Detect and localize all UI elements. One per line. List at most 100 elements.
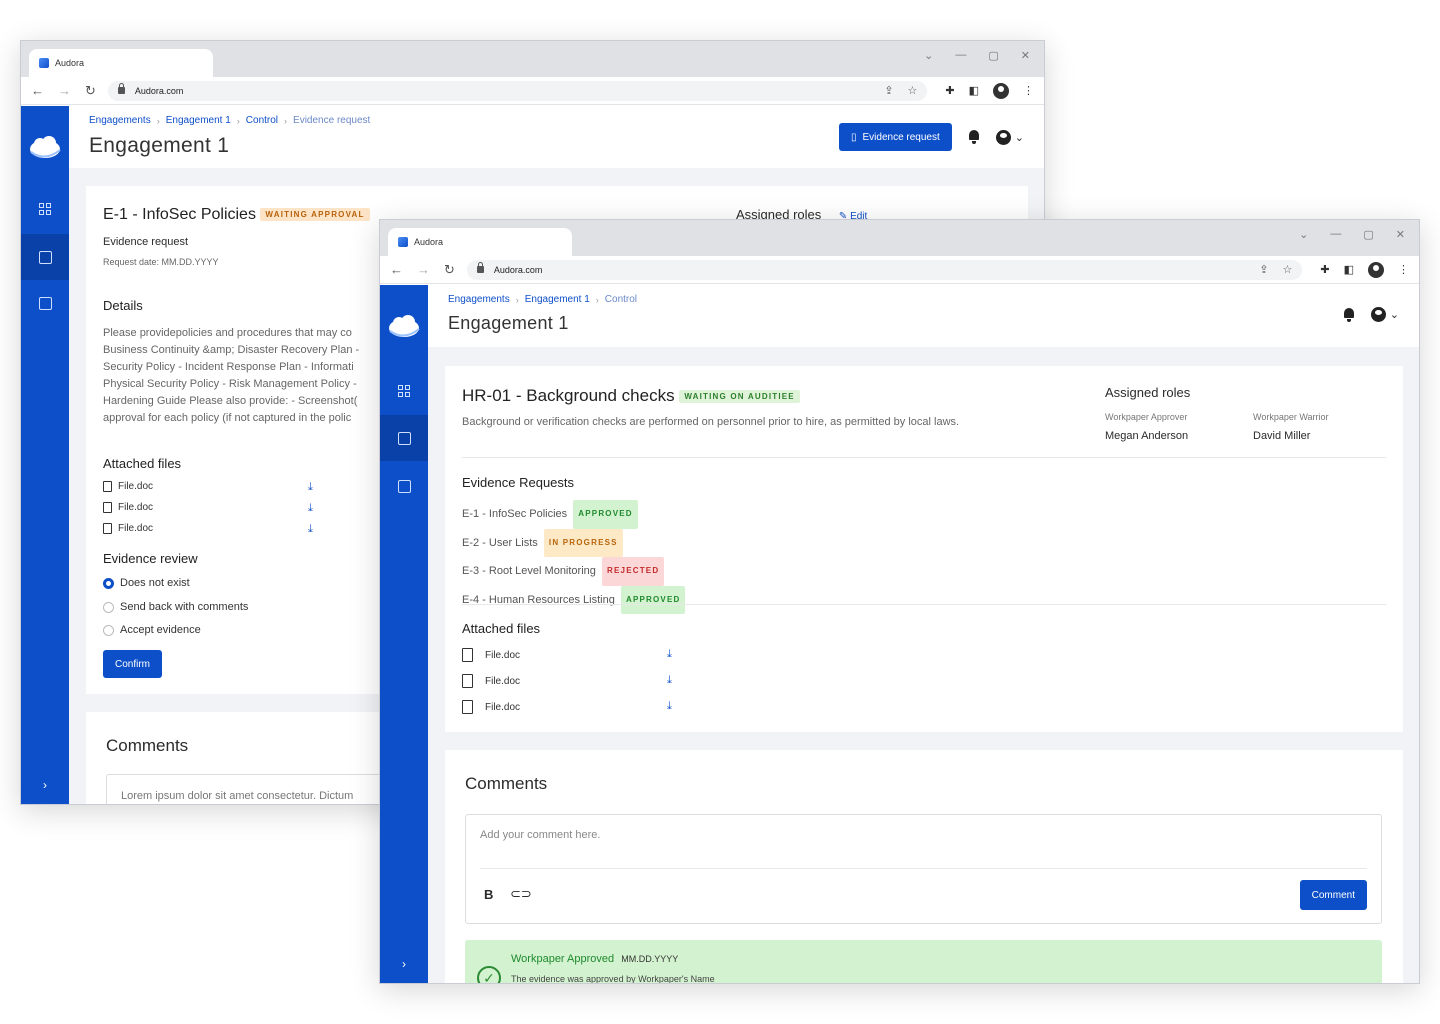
file-item[interactable]: File.doc <box>103 481 153 492</box>
breadcrumb-engagement-1[interactable]: Engagement 1 <box>525 294 590 305</box>
expand-sidebar-icon[interactable]: › <box>380 957 428 971</box>
bell-icon[interactable] <box>1343 307 1355 322</box>
reload-icon[interactable]: ↻ <box>85 83 96 99</box>
file-item[interactable]: File.doc <box>103 502 153 513</box>
breadcrumb-current: Control <box>604 294 638 305</box>
radio-accept[interactable]: Accept evidence <box>103 624 201 636</box>
tab-list-icon[interactable]: ⌄ <box>924 49 933 62</box>
request-item[interactable]: E-4 - Human Resources Listing APPROVED <box>462 585 686 614</box>
request-item[interactable]: E-3 - Root Level Monitoring REJECTED <box>462 557 685 586</box>
profile-icon[interactable] <box>993 82 1009 99</box>
request-label: E-2 - User Lists <box>462 536 538 549</box>
sidebar-item-checklist[interactable] <box>380 463 428 509</box>
breadcrumb: Engagements › Engagement 1 › Control <box>448 294 638 305</box>
role-label: Workpaper Warrior <box>1253 412 1329 422</box>
sidebar-item-checklist[interactable] <box>21 280 69 326</box>
sidebar-item-documents[interactable] <box>21 234 69 280</box>
dashboard-icon <box>38 202 52 216</box>
maximize-icon[interactable]: ▢ <box>1363 228 1373 241</box>
page-title: Engagement 1 <box>448 313 569 333</box>
sidebar-item-dashboard[interactable] <box>380 368 428 414</box>
file-item[interactable]: File.doc <box>103 523 153 534</box>
url-text: Audora.com <box>134 85 184 96</box>
request-status-badge: IN PROGRESS <box>543 528 623 557</box>
file-name: File.doc <box>118 523 154 534</box>
minimize-icon[interactable]: — <box>955 49 966 62</box>
back-icon[interactable]: ← <box>390 262 403 278</box>
sidebar-item-documents[interactable] <box>380 415 428 461</box>
evidence-subtitle: Evidence request <box>103 236 188 248</box>
control-card: HR-01 - Background checks WAITING ON AUD… <box>445 366 1403 732</box>
user-menu[interactable]: ⌄ <box>995 129 1024 145</box>
extensions-icon[interactable]: ✚ <box>945 84 954 97</box>
breadcrumb-control[interactable]: Control <box>246 115 278 126</box>
file-item[interactable]: File.doc <box>462 674 520 688</box>
documents-icon <box>38 250 52 264</box>
breadcrumb-current: Evidence request <box>293 115 371 126</box>
share-icon[interactable]: ⇪ <box>1259 263 1268 276</box>
file-item[interactable]: File.doc <box>462 700 520 714</box>
confirm-button[interactable]: Confirm <box>103 650 163 678</box>
download-icon[interactable]: ⤓ <box>667 674 672 687</box>
comments-title: Comments <box>106 736 189 755</box>
request-status-badge: APPROVED <box>573 500 638 529</box>
url-field[interactable]: Audora.com ⇪ ☆ <box>466 259 1303 280</box>
tab-list-icon[interactable]: ⌄ <box>1299 228 1308 241</box>
expand-sidebar-icon[interactable]: › <box>21 778 69 792</box>
breadcrumb-engagement-1[interactable]: Engagement 1 <box>166 115 231 126</box>
download-icon[interactable]: ⤓ <box>667 648 672 661</box>
url-field[interactable]: Audora.com ⇪ ☆ <box>107 80 928 101</box>
radio-send-back[interactable]: Send back with comments <box>103 601 248 613</box>
lock-icon <box>476 262 484 273</box>
profile-icon[interactable] <box>1368 261 1384 278</box>
attached-files-title: Attached files <box>462 621 541 636</box>
sidebar-item-dashboard[interactable] <box>21 186 69 232</box>
bookmark-star-icon[interactable]: ☆ <box>1283 263 1293 276</box>
cloud-logo-icon <box>30 136 61 158</box>
comment-input[interactable]: Add your comment here. <box>480 829 600 841</box>
breadcrumb-engagements[interactable]: Engagements <box>89 115 151 126</box>
comment-editor: Add your comment here. B ⊂⊃ Comment <box>465 814 1382 924</box>
bookmark-star-icon[interactable]: ☆ <box>908 84 918 97</box>
menu-kebab-icon[interactable]: ⋮ <box>1023 84 1034 97</box>
download-icon[interactable]: ⤓ <box>308 523 313 536</box>
request-item[interactable]: E-2 - User Lists IN PROGRESS <box>462 528 685 557</box>
bell-icon[interactable] <box>968 130 980 144</box>
comments-card: Comments Add your comment here. B ⊂⊃ Com… <box>445 750 1403 983</box>
link-icon[interactable]: ⊂⊃ <box>510 886 532 902</box>
address-bar: ← → ↻ Audora.com ⇪ ☆ ✚ ◧ ⋮ <box>21 77 1044 105</box>
radio-selected-icon <box>103 577 114 589</box>
browser-tab[interactable]: Audora <box>388 228 572 256</box>
attached-files-list: File.doc ⤓ File.doc ⤓ File.doc ⤓ <box>462 648 702 718</box>
maximize-icon[interactable]: ▢ <box>988 49 998 62</box>
download-icon[interactable]: ⤓ <box>308 481 313 494</box>
radio-does-not-exist[interactable]: Does not exist <box>103 577 190 589</box>
download-icon[interactable]: ⤓ <box>667 700 672 713</box>
file-name: File.doc <box>118 502 154 513</box>
close-icon[interactable]: ✕ <box>1396 228 1405 241</box>
download-icon[interactable]: ⤓ <box>308 502 313 515</box>
forward-icon[interactable]: → <box>58 83 71 99</box>
reload-icon[interactable]: ↻ <box>444 262 455 278</box>
file-icon <box>103 523 112 534</box>
bold-button[interactable]: B <box>484 887 493 902</box>
share-icon[interactable]: ⇪ <box>884 84 893 97</box>
back-icon[interactable]: ← <box>31 83 44 99</box>
evidence-request-button[interactable]: ▯ Evidence request <box>838 123 952 151</box>
menu-kebab-icon[interactable]: ⋮ <box>1398 263 1409 276</box>
forward-icon[interactable]: → <box>417 262 430 278</box>
side-panel-icon[interactable]: ◧ <box>969 84 979 97</box>
tab-title: Audora <box>55 58 85 68</box>
user-menu[interactable]: ⌄ <box>1370 307 1399 322</box>
browser-tab[interactable]: Audora <box>29 49 213 77</box>
breadcrumb-engagements[interactable]: Engagements <box>448 294 510 305</box>
file-item[interactable]: File.doc <box>462 648 520 662</box>
request-item[interactable]: E-1 - InfoSec Policies APPROVED <box>462 500 685 529</box>
side-panel-icon[interactable]: ◧ <box>1344 263 1354 276</box>
comment-placeholder: Add your comment here. <box>480 829 601 841</box>
minimize-icon[interactable]: — <box>1330 228 1341 241</box>
extensions-icon[interactable]: ✚ <box>1320 263 1329 276</box>
radio-label: Send back with comments <box>120 601 249 613</box>
comment-button[interactable]: Comment <box>1299 880 1367 910</box>
close-icon[interactable]: ✕ <box>1021 49 1030 62</box>
